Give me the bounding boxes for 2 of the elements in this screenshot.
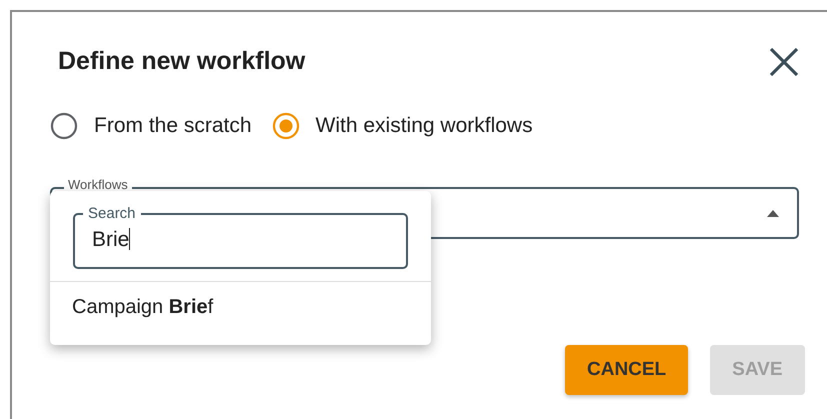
- field-label: Workflows: [64, 178, 132, 192]
- dialog-title: Define new workflow: [58, 46, 306, 76]
